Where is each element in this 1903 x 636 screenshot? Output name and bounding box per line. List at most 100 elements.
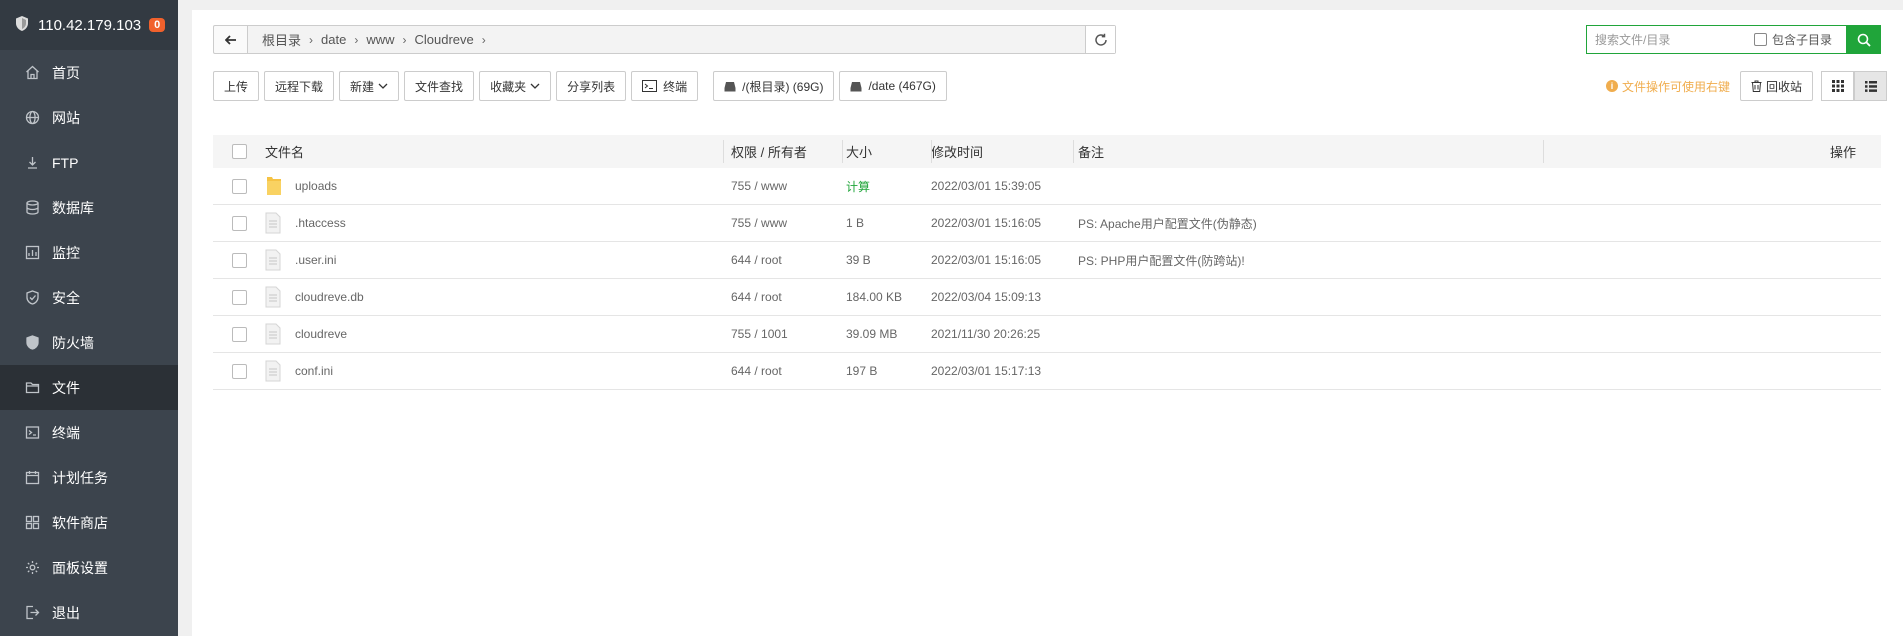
row-checkbox[interactable]	[231, 252, 247, 268]
sidebar-item[interactable]: 文件	[0, 365, 178, 410]
disk-date-button[interactable]: /date (467G)	[839, 71, 947, 101]
file-name[interactable]: conf.ini	[295, 364, 333, 378]
apps-icon	[24, 515, 40, 531]
sidebar-item[interactable]: 面板设置	[0, 545, 178, 590]
row-checkbox[interactable]	[231, 178, 247, 194]
grid-icon	[1831, 80, 1844, 92]
file-name[interactable]: cloudreve	[295, 327, 347, 341]
header-perm[interactable]: 权限 / 所有者	[723, 142, 842, 161]
ftp-icon	[24, 155, 40, 171]
row-checkbox[interactable]	[231, 215, 247, 231]
header-op: 操作	[1829, 145, 1856, 160]
file-perm[interactable]: 755 / www	[723, 179, 842, 193]
sidebar-item[interactable]: 软件商店	[0, 500, 178, 545]
new-dropdown-button[interactable]: 新建	[339, 71, 400, 101]
back-button[interactable]	[214, 26, 248, 53]
breadcrumb-item[interactable]: date	[321, 32, 346, 47]
refresh-icon	[1094, 33, 1107, 46]
file-perm[interactable]: 644 / root	[723, 253, 842, 267]
search-button[interactable]	[1846, 25, 1881, 54]
chevron-right-icon: ›	[309, 32, 314, 47]
path-bar: 根目录 › date › www › Cloudreve ›	[213, 25, 1116, 54]
file-time: 2022/03/01 15:17:13	[931, 364, 1042, 378]
sidebar-item[interactable]: 计划任务	[0, 455, 178, 500]
arrow-left-icon	[224, 34, 236, 45]
table-row[interactable]: conf.ini 644 / root 197 B 2022/03/01 15:17:…	[213, 353, 1881, 390]
file-name[interactable]: .user.ini	[295, 253, 336, 267]
file-icon	[265, 323, 285, 345]
header-note: 备注	[1078, 145, 1105, 160]
include-subdir-checkbox[interactable]: 包含子目录	[1754, 31, 1832, 48]
sidebar-item[interactable]: 防火墙	[0, 320, 178, 365]
chevron-right-icon: ›	[402, 32, 407, 47]
file-note[interactable]: PS: PHP用户配置文件(防跨站)!	[1073, 252, 1816, 269]
file-perm[interactable]: 644 / root	[723, 290, 842, 304]
file-perm[interactable]: 755 / www	[723, 216, 842, 230]
toolbar: 上传 远程下载 新建 文件查找 收藏夹 分享列表 终端 /(根目录) (69G)…	[213, 71, 952, 101]
file-perm[interactable]: 755 / 1001	[723, 327, 842, 341]
select-all-checkbox[interactable]	[231, 144, 247, 159]
search-icon	[1857, 33, 1871, 47]
globe-icon	[24, 110, 40, 126]
sidebar-item[interactable]: 首页	[0, 50, 178, 95]
sidebar-item-label: 计划任务	[52, 469, 108, 486]
file-time: 2022/03/01 15:39:05	[931, 179, 1042, 193]
sidebar-item[interactable]: 退出	[0, 590, 178, 635]
grid-view-button[interactable]	[1821, 71, 1854, 101]
sidebar-header: 110.42.179.103 0	[0, 0, 178, 50]
recycle-bin-button[interactable]: 回收站	[1739, 71, 1813, 101]
header-time[interactable]: 修改时间	[931, 142, 1073, 161]
breadcrumb-item[interactable]: 根目录	[262, 30, 301, 49]
table-row[interactable]: cloudreve 755 / 1001 39.09 MB 2021/11/30 20…	[213, 316, 1881, 353]
file-note[interactable]: PS: Apache用户配置文件(伪静态)	[1073, 215, 1816, 232]
file-icon	[265, 286, 285, 308]
row-checkbox[interactable]	[231, 326, 247, 342]
sidebar-item[interactable]: 网站	[0, 95, 178, 140]
folder-icon	[265, 175, 285, 197]
file-size[interactable]: 计算	[842, 178, 931, 195]
database-icon	[24, 200, 40, 216]
terminal-button[interactable]: 终端	[631, 71, 699, 101]
file-perm[interactable]: 644 / root	[723, 364, 842, 378]
sidebar-item[interactable]: 终端	[0, 410, 178, 455]
file-name[interactable]: .htaccess	[295, 216, 346, 230]
table-row[interactable]: cloudreve.db 644 / root 184.00 KB 2022/03/0…	[213, 279, 1881, 316]
favorites-dropdown-button[interactable]: 收藏夹	[479, 71, 552, 101]
file-time: 2022/03/01 15:16:05	[931, 216, 1042, 230]
sidebar-item[interactable]: 安全	[0, 275, 178, 320]
table-row[interactable]: .htaccess 755 / www 1 B 2022/03/01 15:16:05…	[213, 205, 1881, 242]
search-input[interactable]	[1587, 26, 1737, 53]
notification-badge[interactable]: 0	[149, 18, 166, 32]
file-icon	[265, 212, 285, 234]
refresh-button[interactable]	[1085, 26, 1115, 53]
file-time: 2021/11/30 20:26:25	[931, 327, 1041, 341]
file-find-button[interactable]: 文件查找	[404, 71, 475, 101]
list-icon	[1864, 80, 1877, 92]
breadcrumb-item[interactable]: Cloudreve	[415, 32, 474, 47]
sidebar-item[interactable]: FTP	[0, 140, 178, 185]
table-row[interactable]: .user.ini 644 / root 39 B 2022/03/01 15:16:…	[213, 242, 1881, 279]
include-subdir-label: 包含子目录	[1772, 33, 1833, 47]
disk-root-button[interactable]: /(根目录) (69G)	[713, 71, 835, 101]
upload-button[interactable]: 上传	[213, 71, 260, 101]
list-view-button[interactable]	[1854, 71, 1887, 101]
sidebar-item-label: 终端	[52, 424, 80, 441]
disk-root-label: /(根目录) (69G)	[742, 79, 824, 94]
file-name[interactable]: uploads	[295, 179, 337, 193]
sidebar-item[interactable]: 监控	[0, 230, 178, 275]
header-name[interactable]: 文件名	[265, 142, 723, 161]
row-checkbox[interactable]	[231, 289, 247, 305]
tip-text: 文件操作可使用右键	[1621, 79, 1730, 94]
trash-icon	[1751, 80, 1762, 92]
header-size[interactable]: 大小	[842, 142, 931, 161]
table-row[interactable]: uploads 755 / www 计算 2022/03/01 15:39:05	[213, 168, 1881, 205]
sidebar-item[interactable]: 数据库	[0, 185, 178, 230]
row-checkbox[interactable]	[231, 363, 247, 379]
checkbox[interactable]	[1754, 33, 1767, 46]
breadcrumb-item[interactable]: www	[366, 32, 394, 47]
share-list-button[interactable]: 分享列表	[556, 71, 627, 101]
file-name[interactable]: cloudreve.db	[295, 290, 364, 304]
remote-download-button[interactable]: 远程下载	[264, 71, 335, 101]
sidebar-item-label: FTP	[52, 154, 79, 171]
search-box: 包含子目录	[1586, 25, 1881, 54]
